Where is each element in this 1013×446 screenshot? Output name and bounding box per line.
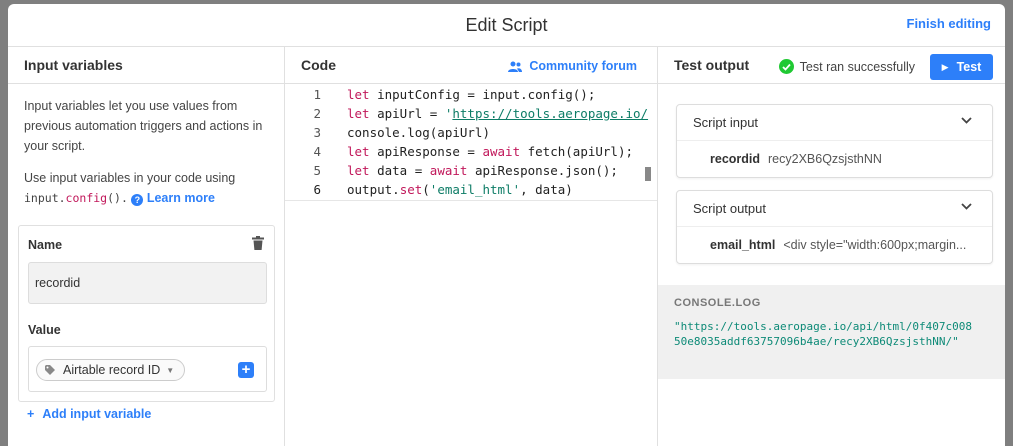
code-editor[interactable]: 1 let inputConfig = input.config(); 2 let …	[285, 85, 657, 201]
input-variables-title: Input variables	[8, 47, 284, 84]
code-line: 4 let apiResponse = await fetch(apiUrl);	[313, 144, 633, 159]
script-output-header[interactable]: Script output	[677, 191, 992, 227]
input-variables-usage: Use input variables in your code using i…	[24, 171, 236, 206]
name-label: Name	[28, 238, 63, 252]
modal-header: Edit Script Finish editing	[8, 4, 1005, 47]
code-line: 2 let apiUrl = 'https://tools.aeropage.io…	[313, 106, 649, 121]
variable-value-box: Airtable record ID ▼ +	[28, 346, 267, 392]
script-input-card: Script input recordid recy2XB6QzsjsthNN	[676, 104, 993, 178]
script-input-header[interactable]: Script input	[677, 105, 992, 141]
input-variable-card: Name recordid Value Airtable record ID ▼…	[18, 225, 275, 402]
play-icon: ▶	[941, 61, 949, 72]
tag-icon	[45, 365, 55, 375]
code-pane: Code Community forum 1 let inputConfig = …	[285, 47, 658, 446]
add-input-variable-button[interactable]: + Add input variable	[27, 407, 151, 421]
script-output-row: email_html <div style="width:600px;margin…	[710, 238, 967, 252]
console-log-output: "https://tools.aeropage.io/api/html/0f40…	[674, 320, 973, 348]
value-label: Value	[28, 323, 61, 337]
value-token-dropdown[interactable]: Airtable record ID ▼	[36, 359, 186, 381]
code-line: 6 output.set('email_html', data)	[313, 182, 573, 197]
community-forum-link[interactable]: Community forum	[508, 59, 637, 73]
usage-code: input.config().	[24, 191, 128, 205]
input-variables-description: Input variables let you use values from …	[24, 99, 263, 153]
finish-editing-button[interactable]: Finish editing	[907, 16, 992, 31]
input-variables-pane: Input variables Input variables let you …	[8, 47, 285, 446]
edit-script-modal: Edit Script Finish editing Input variabl…	[8, 4, 1005, 446]
plus-icon: +	[27, 407, 35, 421]
code-line: 3 console.log(apiUrl)	[313, 125, 490, 140]
chevron-down-icon	[961, 117, 972, 124]
test-output-pane: Test output Test ran successfully ▶ Test…	[658, 47, 1005, 446]
add-token-button[interactable]: +	[238, 362, 254, 378]
code-line: 1 let inputConfig = input.config();	[313, 87, 596, 102]
test-button[interactable]: ▶ Test	[930, 54, 993, 80]
script-input-row: recordid recy2XB6QzsjsthNN	[710, 152, 882, 166]
users-icon	[508, 61, 523, 72]
console-log-panel: CONSOLE.LOG "https://tools.aeropage.io/a…	[658, 285, 1005, 379]
modal-title: Edit Script	[465, 14, 548, 35]
help-icon[interactable]: ?	[131, 194, 144, 206]
test-status: Test ran successfully	[778, 59, 915, 74]
learn-more-link[interactable]: Learn more	[147, 191, 215, 205]
console-log-title: CONSOLE.LOG	[674, 297, 761, 309]
variable-name-input[interactable]: recordid	[28, 262, 267, 304]
chevron-down-icon	[961, 203, 972, 210]
editor-scrollbar[interactable]	[645, 167, 651, 181]
trash-icon[interactable]	[252, 236, 264, 250]
check-circle-icon	[778, 59, 794, 74]
code-line: 5 let data = await apiResponse.json();	[313, 163, 618, 178]
caret-down-icon: ▼	[166, 365, 175, 375]
script-output-card: Script output email_html <div style="widt…	[676, 190, 993, 264]
